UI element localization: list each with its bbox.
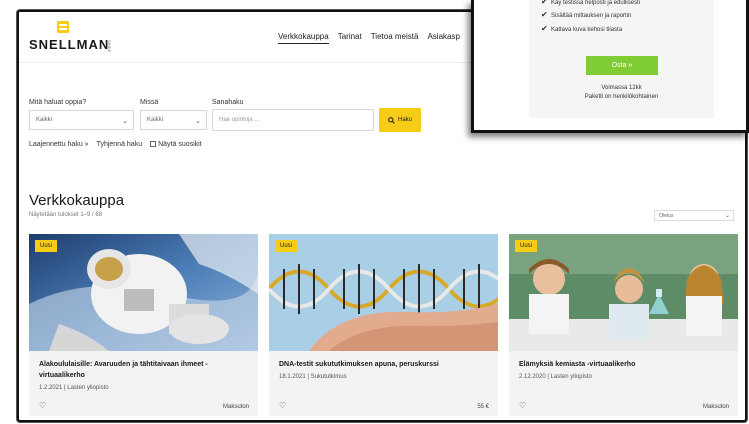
logo-mark-icon	[57, 21, 69, 33]
feature-item: ✔ Sisältää mittauksen ja raportin	[541, 10, 631, 19]
nav-asiakaspalvelu[interactable]: Asiakasp	[427, 32, 459, 44]
page-title: Verkkokauppa	[29, 192, 125, 209]
favourites-label: Näytä suosikit	[158, 141, 202, 148]
chevron-down-icon: ⌄	[724, 213, 730, 219]
clear-search-link[interactable]: Tyhjennä haku	[97, 141, 143, 148]
favourites-toggle[interactable]: Näytä suosikit	[150, 141, 202, 148]
where-label: Missä	[140, 99, 159, 106]
what-select-value: Kaikki	[36, 117, 53, 123]
feature-text: Sisältää mittauksen ja raportin	[551, 13, 632, 19]
product-card[interactable]: Uusi DNA-testit sukututkimuksen apuna, p…	[269, 234, 498, 416]
chevron-down-icon: ⌄	[195, 118, 201, 125]
card-price: Maksuton	[702, 404, 729, 410]
sort-select[interactable]: Oletus ⌄	[654, 210, 734, 221]
card-price: Maksuton	[222, 404, 249, 410]
card-price: 55 €	[477, 404, 489, 410]
main-nav: Verkkokauppa Tarinat Tietoa meistä Asiak…	[278, 32, 460, 44]
card-meta: 18.1.2021 | Sukututkimus	[279, 374, 347, 380]
dna-image	[269, 234, 498, 351]
keyword-placeholder: Hae opintoja ...	[219, 117, 260, 123]
where-select[interactable]: Kaikki ⌄	[140, 110, 207, 130]
favourites-checkbox[interactable]	[150, 141, 157, 147]
search-button-label: Haku	[397, 117, 412, 123]
nav-tarinat[interactable]: Tarinat	[338, 32, 362, 44]
feature-text: Käy testissä helposti ja edullisesti	[551, 0, 641, 6]
where-select-value: Kaikki	[147, 117, 164, 123]
logo-sub-text: SINCE	[107, 40, 112, 53]
validity-period: Voimassa 12kk	[601, 85, 642, 91]
nav-tietoa-meista[interactable]: Tietoa meistä	[371, 32, 419, 44]
card-image-astronaut[interactable]: Uusi	[29, 234, 258, 351]
search-links: Laajennettu haku » Tyhjennä haku Näytä s…	[29, 141, 202, 148]
checkmark-icon: ✔	[541, 0, 548, 6]
card-image-dna[interactable]: Uusi	[269, 234, 498, 351]
card-image-chemistry[interactable]: Uusi	[509, 234, 738, 351]
what-select[interactable]: Kaikki ⌄	[29, 110, 134, 130]
sort-select-value: Oletus	[659, 213, 674, 219]
feature-item: ✔ Kattava kuva kehosi tilasta	[541, 24, 622, 33]
buy-button[interactable]: Osta »	[586, 56, 658, 75]
search-icon	[388, 116, 395, 124]
card-title[interactable]: Alakoululaisille: Avaruuden ja tähtitaiv…	[39, 359, 249, 381]
checkmark-icon: ✔	[541, 24, 548, 33]
what-label: Mitä haluat oppia?	[29, 99, 87, 106]
new-badge: Uusi	[35, 240, 58, 252]
snellman-logo[interactable]: SNELLMAN SINCE	[29, 21, 119, 55]
feature-text: Kattava kuva kehosi tilasta	[551, 27, 623, 33]
card-title[interactable]: DNA-testit sukututkimuksen apuna, perusk…	[279, 359, 489, 370]
product-card[interactable]: Uusi Alakoululaisille: Avaruuden ja täht…	[29, 234, 258, 416]
result-count: Näytetään tulokset 1–9 / 68	[29, 212, 103, 218]
card-meta: 1.2.2021 | Lasten yliopisto	[39, 385, 109, 391]
card-title[interactable]: Elämyksiä kemiasta -virtuaalikerho	[519, 359, 729, 370]
validity-text: Voimassa 12kk Paketti on henkilökohtaine…	[529, 84, 714, 102]
nav-verkkokauppa[interactable]: Verkkokauppa	[278, 32, 329, 44]
product-card[interactable]: Uusi Elämyksiä kemiasta -virtuaalikerho …	[509, 234, 738, 416]
chemistry-image	[509, 234, 738, 351]
keyword-input[interactable]: Hae opintoja ...	[212, 109, 374, 131]
search-button[interactable]: Haku	[379, 108, 421, 132]
astronaut-image	[29, 234, 258, 351]
chevron-down-icon: ⌄	[122, 118, 128, 125]
new-badge: Uusi	[515, 240, 538, 252]
purchase-panel: ✔ Käy testissä helposti ja edullisesti ✔ S…	[471, 0, 749, 133]
heart-icon[interactable]: ♡	[279, 401, 286, 410]
logo-text: SNELLMAN	[29, 37, 110, 52]
heart-icon[interactable]: ♡	[519, 401, 526, 410]
advanced-search-link[interactable]: Laajennettu haku »	[29, 141, 89, 148]
purchase-card: ✔ Käy testissä helposti ja edullisesti ✔ S…	[529, 0, 714, 118]
heart-icon[interactable]: ♡	[39, 401, 46, 410]
feature-item: ✔ Käy testissä helposti ja edullisesti	[541, 0, 640, 6]
package-note: Paketti on henkilökohtainen	[584, 94, 659, 100]
new-badge: Uusi	[275, 240, 298, 252]
card-meta: 2.12.2020 | Lasten yliopisto	[519, 374, 592, 380]
checkmark-icon: ✔	[541, 10, 548, 19]
keyword-label: Sanahaku	[212, 99, 244, 106]
